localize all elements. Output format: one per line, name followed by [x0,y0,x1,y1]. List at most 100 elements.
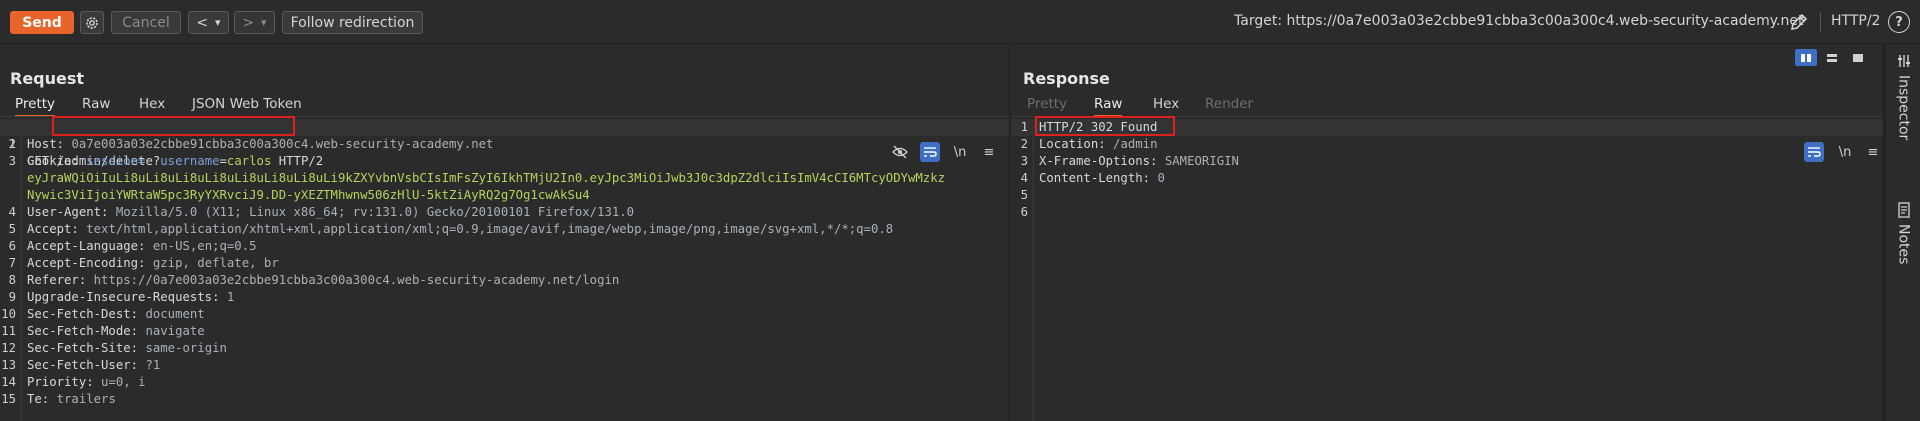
line-number: 2 [1020,137,1028,151]
tab-hex[interactable]: Hex [1153,96,1179,117]
line-number: 2 [8,137,16,151]
header-value: SAMEORIGIN [1164,154,1239,168]
header-value: ?1 [145,358,161,372]
request-editor[interactable]: 1 GET /admin/delete?username=carlos HTTP… [0,116,1009,421]
highlight-box-status [1035,116,1175,136]
tab-render[interactable]: Render [1205,96,1253,117]
layout-side-by-side-icon[interactable] [1795,49,1817,66]
highlight-box-path [52,116,295,136]
send-button[interactable]: Send [10,11,74,34]
request-tabs: Pretty Raw Hex JSON Web Token \n ≡ [0,93,1009,162]
tab-raw[interactable]: Raw [1094,96,1123,117]
tab-json-web-token[interactable]: JSON Web Token [192,96,302,117]
edit-target-icon[interactable] [1787,10,1811,34]
header-line: 11 Sec-Fetch-Mode: navigate [0,323,1009,340]
gear-icon [86,16,98,29]
line-number: 7 [8,256,16,270]
sidebar-item-inspector[interactable]: Inspector [1886,53,1920,140]
line-number: 9 [8,290,16,304]
tab-hex[interactable]: Hex [139,96,165,117]
tab-pretty[interactable]: Pretty [1027,96,1067,117]
header-text: Te: trailers [27,391,116,408]
header-line: 2 Host: 0a7e003a03e2cbbe91cbba3c00a300c4.… [0,136,1009,153]
toolbar: Send Cancel < ▾ > ▾ Follow redirection T… [0,0,1920,44]
header-value: trailers [56,392,116,406]
forward-button[interactable]: > ▾ [234,11,275,34]
header-key: Sec-Fetch-Site: [27,341,139,355]
header-key: Host: [27,137,65,151]
header-key: X-Frame-Options: [1039,154,1158,168]
response-title: Response [1023,69,1110,88]
header-key: Priority: [27,375,94,389]
header-text: Upgrade-Insecure-Requests: 1 [27,289,234,306]
header-text: Accept-Language: en-US,en;q=0.5 [27,238,257,255]
header-value: /admin [1113,137,1158,151]
header-line: 10 Sec-Fetch-Dest: document [0,306,1009,323]
layout-single-icon[interactable] [1847,49,1869,66]
header-line: 14 Priority: u=0, i [0,374,1009,391]
header-key: Sec-Fetch-Mode: [27,324,139,338]
empty-line: 5 [1012,187,1883,204]
header-line: 3 Cookie: session= [0,153,1009,170]
forward-dropdown-icon[interactable]: ▾ [261,16,267,29]
line-number: 15 [1,392,16,406]
header-key: Sec-Fetch-Dest: [27,307,139,321]
header-text: Location: /admin [1039,136,1157,153]
header-line: 5 Accept: text/html,application/xhtml+xml… [0,221,1009,238]
layout-stacked-icon[interactable] [1821,49,1843,66]
line-number: 6 [8,239,16,253]
header-key: Accept-Encoding: [27,256,146,270]
line-number: 6 [1020,205,1028,219]
header-key: Te: [27,392,50,406]
follow-redirection-button[interactable]: Follow redirection [282,11,423,34]
cancel-button[interactable]: Cancel [111,11,181,34]
header-line: 4 Content-Length: 0 [1012,170,1883,187]
request-panel: Request Pretty Raw Hex JSON Web Token \n… [0,45,1010,421]
line-number: 3 [1020,154,1028,168]
line-number: 12 [1,341,16,355]
header-key: Content-Length: [1039,171,1151,185]
tab-pretty[interactable]: Pretty [15,96,56,117]
back-dropdown-icon[interactable]: ▾ [215,16,221,29]
header-line: 13 Sec-Fetch-User: ?1 [0,357,1009,374]
inspector-icon [1897,55,1910,67]
header-value: u=0, i [101,375,146,389]
response-editor[interactable]: 1 HTTP/2 302 Found 2 Location: /admin 3 X-F… [1012,116,1883,421]
header-line: 2 Location: /admin [1012,136,1883,153]
line-number: 5 [8,222,16,236]
line-number: 4 [8,205,16,219]
layout-toggle [1795,49,1869,66]
header-text: Content-Length: 0 [1039,170,1165,187]
header-key: User-Agent: [27,205,109,219]
header-value: 1 [226,290,235,304]
header-text: X-Frame-Options: SAMEORIGIN [1039,153,1239,170]
header-line: 15 Te: trailers [0,391,1009,408]
header-value: navigate [145,324,205,338]
header-value: same-origin [145,341,227,355]
cookie-name: session= [86,154,146,168]
back-arrow-icon: < [196,14,209,31]
header-line: 7 Accept-Encoding: gzip, deflate, br [0,255,1009,272]
cookie-value: eyJraWQiOiIuLi8uLi8uLi8uLi8uLi8uLi8uLi8u… [27,171,946,185]
header-line: 4 User-Agent: Mozilla/5.0 (X11; Linux x86… [0,204,1009,221]
header-line: 6 Accept-Language: en-US,en;q=0.5 [0,238,1009,255]
tab-raw[interactable]: Raw [82,96,110,117]
header-text: Sec-Fetch-Site: same-origin [27,340,227,357]
header-text: Cookie: session= [27,153,145,170]
line-number: 4 [1020,171,1028,185]
header-key: Cookie: [27,154,79,168]
help-icon[interactable]: ? [1888,11,1910,33]
notes-icon [1897,202,1910,218]
line-number: 3 [8,154,16,168]
settings-gear-button[interactable] [80,11,104,34]
sidebar-item-notes[interactable]: Notes [1886,202,1920,264]
header-text: Referer: https://0a7e003a03e2cbbe91cbba3… [27,272,619,289]
line-number: 11 [1,324,16,338]
toolbar-divider [1820,12,1821,32]
header-line: 12 Sec-Fetch-Site: same-origin [0,340,1009,357]
protocol-label[interactable]: HTTP/2 [1831,13,1880,29]
back-button[interactable]: < ▾ [188,11,229,34]
header-key: Accept: [27,222,79,236]
header-text: User-Agent: Mozilla/5.0 (X11; Linux x86_… [27,204,634,221]
header-value: document [145,307,205,321]
